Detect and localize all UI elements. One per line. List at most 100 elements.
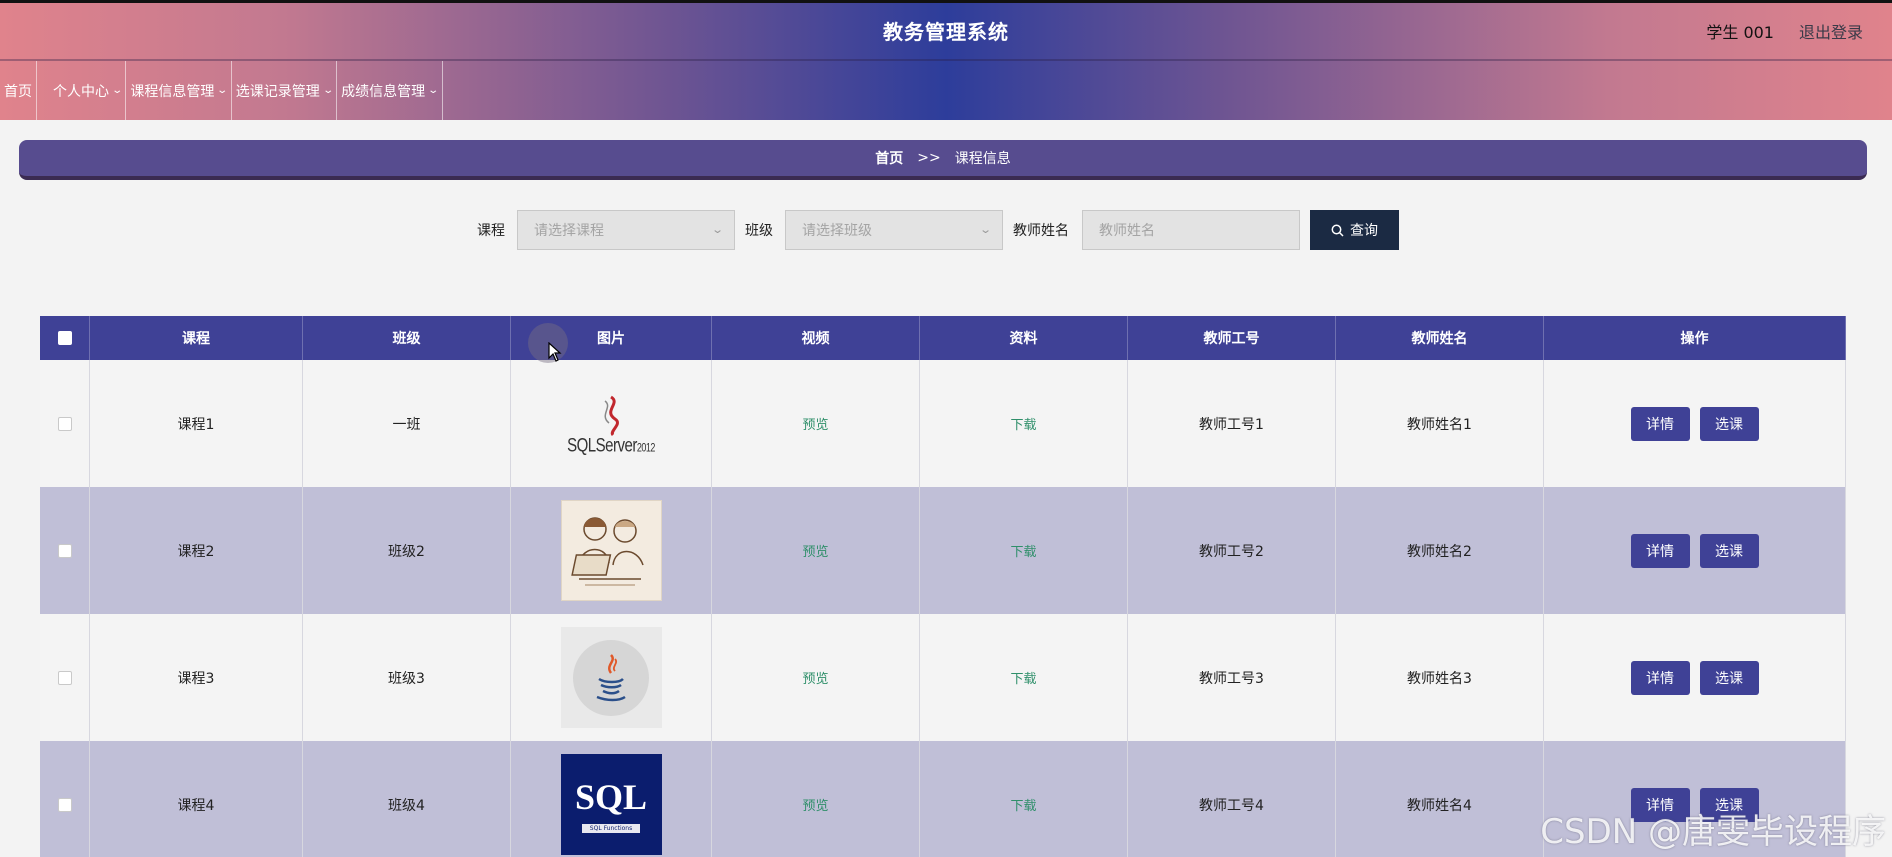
col-header-teacher-id: 教师工号 [1128,316,1336,360]
teacher-name-placeholder: 教师姓名 [1099,223,1155,239]
current-user: 学生 001 [1706,23,1774,42]
select-all-cell [40,316,90,360]
row-select-cell [40,741,90,857]
table-row: 课程3 班级3 预览 下载 教师工号3 教师姓名3 详情 选课 [40,614,1846,741]
col-header-material: 资料 [920,316,1128,360]
teacher-name-label: 教师姓名 [1013,223,1069,239]
detail-button[interactable]: 详情 [1630,406,1690,441]
course-cell: 课程2 [90,487,303,614]
java-cup-icon [596,653,626,701]
table-row: 课程2 班级2 预览 下载 教师工号2 教师姓名2 详情 选课 [40,487,1846,614]
row-checkbox[interactable] [57,543,72,558]
preview-link[interactable]: 预览 [802,541,828,560]
material-cell: 下载 [920,360,1128,487]
sql-cover-subtitle: SQL Functions [581,824,641,833]
class-select[interactable]: 请选择班级 ⌄ [785,210,1003,250]
nav-item-label: 个人中心 [53,83,109,100]
java-logo-image [560,627,662,728]
detail-button[interactable]: 详情 [1630,660,1690,695]
table-header-row: 课程 班级 图片 视频 资料 教师工号 教师姓名 操作 [40,316,1846,360]
teacher-id-cell: 教师工号1 [1128,360,1336,487]
teacher-id-cell: 教师工号3 [1128,614,1336,741]
download-link[interactable]: 下载 [1010,668,1036,687]
sql-functions-cover-image: SQL SQL Functions [560,754,662,855]
chevron-down-icon: ⌄ [111,85,124,96]
actions-cell: 详情 选课 [1544,614,1846,741]
search-icon [1331,224,1344,237]
actions-cell: 详情 选课 [1544,487,1846,614]
search-bar: 课程 请选择课程 ⌄ 班级 请选择班级 ⌄ 教师姓名 教师姓名 查询 [0,210,1892,250]
chevron-down-icon: ⌄ [427,85,440,96]
video-cell: 预览 [712,741,920,857]
sql-cover-title: SQL [574,777,648,817]
class-select-placeholder: 请选择班级 [802,223,872,239]
image-cell [511,487,712,614]
col-header-teacher-name: 教师姓名 [1336,316,1544,360]
download-link[interactable]: 下载 [1010,541,1036,560]
download-link[interactable]: 下载 [1010,414,1036,433]
table-row: 课程1 一班 SQLServer2012 预览 下载 教师工号1 教师姓名1 详… [40,360,1846,487]
sqlserver-text: SQLServer [567,434,637,457]
select-course-button[interactable]: 选课 [1699,533,1759,568]
people-computer-sketch-image [560,500,662,601]
select-course-button[interactable]: 选课 [1699,406,1759,441]
row-checkbox[interactable] [57,797,72,812]
query-button-label: 查询 [1350,223,1378,239]
nav-item-course-info[interactable]: 课程信息管理 ⌄ [126,61,232,120]
class-cell: 班级2 [303,487,511,614]
query-button[interactable]: 查询 [1310,210,1399,250]
breadcrumb-home[interactable]: 首页 [875,148,903,168]
preview-link[interactable]: 预览 [802,668,828,687]
nav-item-label: 选课记录管理 [235,83,320,100]
col-header-video: 视频 [712,316,920,360]
teacher-name-cell: 教师姓名1 [1336,360,1544,487]
row-checkbox[interactable] [57,670,72,685]
row-checkbox[interactable] [57,416,72,431]
preview-link[interactable]: 预览 [802,795,828,814]
material-cell: 下载 [920,614,1128,741]
nav-item-selection-records[interactable]: 选课记录管理 ⌄ [232,61,338,120]
class-cell: 班级4 [303,741,511,857]
nav-item-grades[interactable]: 成绩信息管理 ⌄ [337,61,443,120]
main-nav: 首页 个人中心 ⌄ 课程信息管理 ⌄ 选课记录管理 ⌄ 成绩信息管理 ⌄ [0,61,443,120]
course-select-placeholder: 请选择课程 [534,223,604,239]
class-cell: 班级3 [303,614,511,741]
sqlserver-logo-image: SQLServer2012 [560,373,662,474]
preview-link[interactable]: 预览 [802,414,828,433]
nav-item-personal-center[interactable]: 个人中心 ⌄ [37,61,127,120]
chevron-down-icon: ⌄ [216,85,229,96]
mouse-pointer-icon [548,342,562,362]
material-cell: 下载 [920,741,1128,857]
nav-item-label: 首页 [4,83,32,100]
image-cell: SQL SQL Functions [511,741,712,857]
logout-link[interactable]: 退出登录 [1799,19,1863,43]
course-cell: 课程1 [90,360,303,487]
java-logo-circle [573,639,649,716]
chevron-down-icon: ⌄ [978,223,992,236]
nav-item-label: 课程信息管理 [130,83,215,100]
nav-item-label: 成绩信息管理 [341,83,426,100]
video-cell: 预览 [712,487,920,614]
chevron-down-icon: ⌄ [322,85,334,96]
class-cell: 一班 [303,360,511,487]
material-cell: 下载 [920,487,1128,614]
breadcrumb-separator: >> [917,150,941,166]
select-course-button[interactable]: 选课 [1699,660,1759,695]
course-select[interactable]: 请选择课程 ⌄ [517,210,735,250]
sqlserver-swirl-icon [604,395,619,437]
course-table: 课程 班级 图片 视频 资料 教师工号 教师姓名 操作 课程1 一班 SQLSe… [40,316,1846,857]
course-label: 课程 [477,223,505,239]
col-header-course: 课程 [90,316,303,360]
csdn-watermark: CSDN @唐雯毕设程序 [1540,812,1886,852]
top-border [0,0,1892,3]
top-header: 教务管理系统 学生 001 退出登录 首页 个人中心 ⌄ 课程信息管理 ⌄ 选课… [0,0,1892,120]
nav-item-home[interactable]: 首页 [0,61,37,120]
detail-button[interactable]: 详情 [1630,533,1690,568]
select-all-checkbox[interactable] [57,331,72,345]
teacher-name-input[interactable]: 教师姓名 [1082,210,1300,250]
row-select-cell [40,614,90,741]
breadcrumb-current: 课程信息 [954,151,1011,167]
image-cell [511,614,712,741]
download-link[interactable]: 下载 [1010,795,1036,814]
teacher-id-cell: 教师工号4 [1128,741,1336,857]
